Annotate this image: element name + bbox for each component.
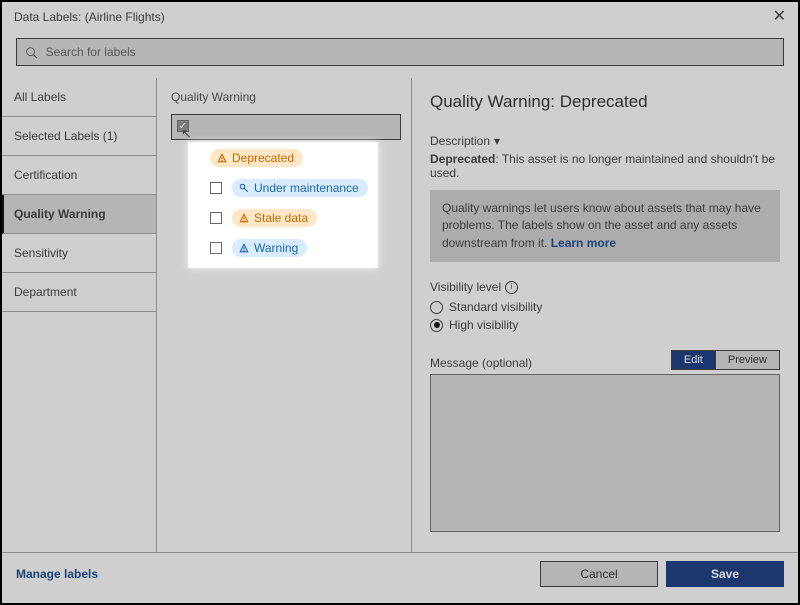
description-label: Description [430, 134, 490, 148]
dialog-title: Data Labels: (Airline Flights) [14, 10, 165, 24]
chevron-down-icon: ▾ [494, 134, 500, 148]
list-item[interactable]: Deprecated [210, 146, 368, 170]
radio-standard-visibility[interactable]: Standard visibility [430, 300, 780, 314]
radio-label: Standard visibility [449, 300, 542, 314]
message-tabs: Edit Preview [671, 350, 780, 370]
detail-title: Quality Warning: Deprecated [430, 92, 780, 112]
radio-label: High visibility [449, 318, 518, 332]
close-icon[interactable]: ✕ [773, 9, 786, 25]
label-pill-stale-data[interactable]: Stale data [232, 209, 317, 227]
sidebar-item-selected-labels[interactable]: Selected Labels (1) [2, 117, 156, 156]
list-item[interactable]: Stale data [210, 206, 368, 230]
message-textarea[interactable] [430, 374, 780, 532]
info-box: Quality warnings let users know about as… [430, 190, 780, 262]
radio-high-visibility[interactable]: High visibility [430, 318, 780, 332]
description-text: Deprecated: This asset is no longer main… [430, 152, 780, 180]
info-icon[interactable]: i [505, 281, 518, 294]
warning-icon [216, 152, 228, 164]
save-button[interactable]: Save [666, 561, 784, 587]
tab-preview[interactable]: Preview [715, 351, 779, 369]
pill-label: Warning [254, 241, 298, 255]
label-pill-under-maintenance[interactable]: Under maintenance [232, 179, 368, 197]
manage-labels-link[interactable]: Manage labels [16, 567, 98, 581]
pill-label: Under maintenance [254, 181, 359, 195]
pill-label: Stale data [254, 211, 308, 225]
learn-more-link[interactable]: Learn more [551, 236, 616, 250]
label-select-box[interactable] [171, 114, 401, 140]
sidebar: All Labels Selected Labels (1) Certifica… [2, 78, 157, 552]
checkbox-stale-data[interactable] [210, 212, 222, 224]
pill-label: Deprecated [232, 151, 294, 165]
sidebar-item-all-labels[interactable]: All Labels [2, 78, 156, 117]
description-toggle[interactable]: Description ▾ [430, 134, 780, 148]
sidebar-item-quality-warning[interactable]: Quality Warning [2, 195, 156, 234]
checkbox-deprecated[interactable]: ✓ [177, 120, 189, 132]
list-item[interactable]: Warning [210, 236, 368, 260]
checkbox-under-maintenance[interactable] [210, 182, 222, 194]
warning-icon [238, 242, 250, 254]
quality-warning-label-list: Deprecated Under maintenance Stale data … [188, 142, 378, 268]
cancel-button[interactable]: Cancel [540, 561, 658, 587]
search-icon [25, 46, 38, 59]
tab-edit[interactable]: Edit [672, 351, 715, 369]
warning-icon [238, 212, 250, 224]
search-input[interactable] [44, 44, 775, 60]
sidebar-item-sensitivity[interactable]: Sensitivity [2, 234, 156, 273]
search-box[interactable] [16, 38, 784, 66]
label-pill-warning[interactable]: Warning [232, 239, 307, 257]
message-label: Message (optional) [430, 356, 532, 370]
checkbox-warning[interactable] [210, 242, 222, 254]
sidebar-item-certification[interactable]: Certification [2, 156, 156, 195]
list-item[interactable]: Under maintenance [210, 176, 368, 200]
label-pill-deprecated[interactable]: Deprecated [210, 149, 303, 167]
mid-panel-title: Quality Warning [171, 90, 411, 104]
sidebar-item-department[interactable]: Department [2, 273, 156, 312]
visibility-label: Visibility level i [430, 280, 780, 294]
wrench-icon [238, 182, 250, 194]
